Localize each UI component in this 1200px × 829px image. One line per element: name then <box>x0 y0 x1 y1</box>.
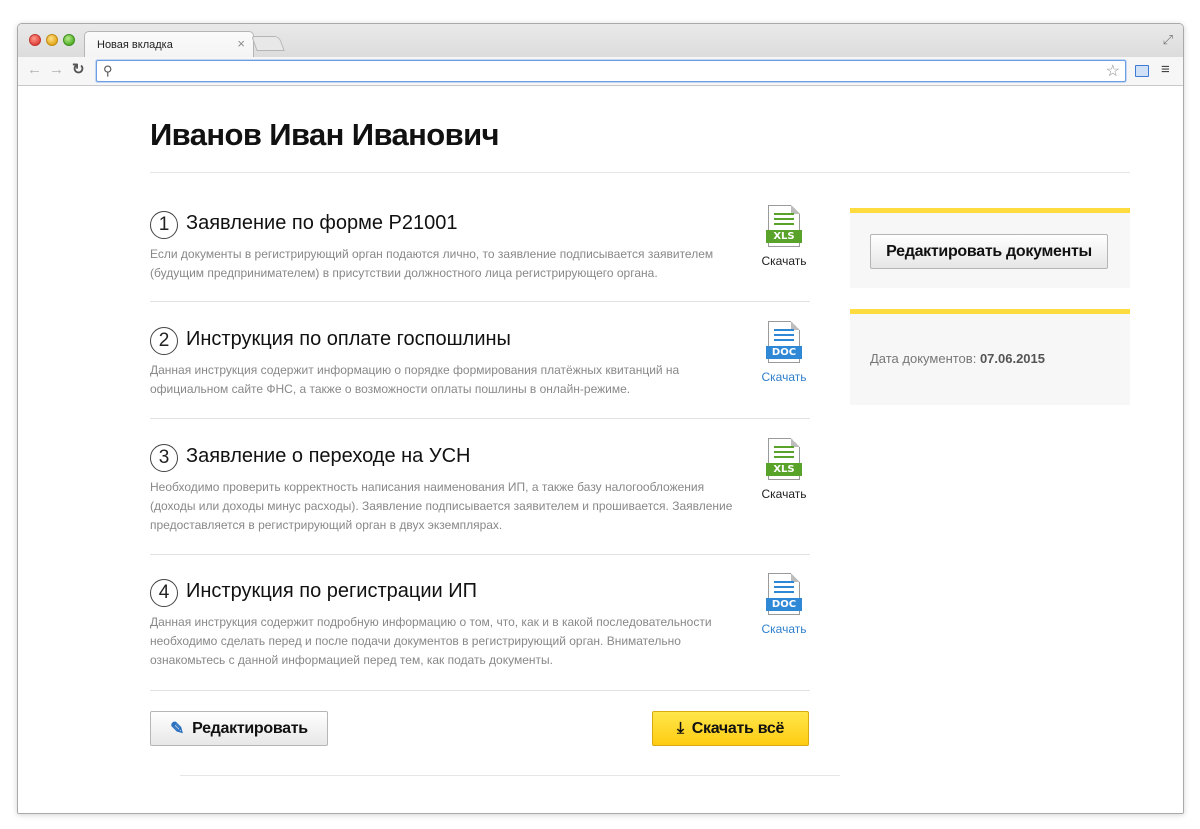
browser-toolbar: ← → ↻ ⚲ ☆ ≡ <box>18 57 1183 86</box>
item-divider <box>150 690 810 691</box>
zoom-window-button[interactable] <box>63 34 75 46</box>
minimize-window-button[interactable] <box>46 34 58 46</box>
address-bar[interactable]: ⚲ ☆ <box>96 60 1126 82</box>
tab-active[interactable]: Новая вкладка × <box>84 31 254 58</box>
page-content: Иванов Иван Иванович 1 Заявление по форм… <box>18 87 1183 813</box>
download-link[interactable]: Скачать <box>758 254 810 268</box>
arrow-left-icon[interactable]: ← <box>27 62 42 77</box>
xls-file-icon[interactable]: XLS <box>766 205 802 251</box>
reload-icon[interactable]: ↻ <box>72 62 85 77</box>
hamburger-menu-icon[interactable]: ≡ <box>1161 62 1170 77</box>
address-input[interactable] <box>123 63 1093 79</box>
document-title: Заявление по форме Р21001 <box>186 212 458 234</box>
edit-button-label: Редактировать <box>192 719 308 737</box>
document-description: Данная инструкция содержит подробную инф… <box>150 615 712 667</box>
date-label: Дата документов: <box>870 351 977 366</box>
tab-close-icon[interactable]: × <box>237 37 245 50</box>
download-link[interactable]: Скачать <box>758 487 810 501</box>
search-icon: ⚲ <box>103 63 113 78</box>
document-title: Инструкция по регистрации ИП <box>186 580 477 602</box>
item-divider <box>150 301 810 302</box>
item-divider <box>150 554 810 555</box>
page-title: Иванов Иван Иванович <box>150 117 500 152</box>
item-divider <box>150 418 810 419</box>
file-download[interactable]: XLS Скачать <box>758 438 810 501</box>
file-type-badge: DOC <box>766 598 802 611</box>
xls-file-icon[interactable]: XLS <box>766 438 802 484</box>
edit-documents-panel: Редактировать документы <box>850 208 1130 288</box>
extension-icon[interactable] <box>1135 65 1149 77</box>
step-number: 3 <box>150 444 178 472</box>
download-link[interactable]: Скачать <box>758 622 810 636</box>
tab-title: Новая вкладка <box>97 39 173 51</box>
file-type-badge: DOC <box>766 346 802 359</box>
arrow-right-icon[interactable]: → <box>49 62 64 77</box>
document-description: Необходимо проверить корректность написа… <box>150 480 733 532</box>
edit-documents-button[interactable]: Редактировать документы <box>870 234 1108 269</box>
doc-file-icon[interactable]: DOC <box>766 321 802 367</box>
doc-file-icon[interactable]: DOC <box>766 573 802 619</box>
step-number: 4 <box>150 579 178 607</box>
tab-strip: Новая вкладка × ⤢ <box>18 24 1183 58</box>
document-description: Если документы в регистрирующий орган по… <box>150 247 714 280</box>
document-title: Заявление о переходе на УСН <box>186 445 471 467</box>
star-icon[interactable]: ☆ <box>1106 61 1120 81</box>
step-number: 2 <box>150 327 178 355</box>
bottom-divider <box>180 775 840 776</box>
file-type-badge: XLS <box>766 463 802 476</box>
date-value: 07.06.2015 <box>979 351 1046 366</box>
document-description: Данная инструкция содержит информацию о … <box>150 363 680 396</box>
download-icon: ⤓ <box>676 719 684 737</box>
edit-button[interactable]: ✎ Редактировать <box>150 711 328 746</box>
download-link[interactable]: Скачать <box>758 370 810 384</box>
file-download[interactable]: DOC Скачать <box>758 321 810 384</box>
download-all-label: Скачать всё <box>691 719 785 737</box>
download-all-button[interactable]: ⤓ Скачать всё <box>652 711 809 746</box>
step-number: 1 <box>150 211 178 239</box>
new-tab-button[interactable] <box>251 36 285 51</box>
close-window-button[interactable] <box>29 34 41 46</box>
file-download[interactable]: DOC Скачать <box>758 573 810 636</box>
file-type-badge: XLS <box>766 230 802 243</box>
pencil-icon: ✎ <box>170 718 185 738</box>
title-divider <box>150 172 1130 173</box>
restore-icon[interactable]: ⤢ <box>1163 32 1173 48</box>
documents-date: Дата документов: 07.06.2015 <box>870 351 1045 366</box>
documents-date-panel: Дата документов: 07.06.2015 <box>850 309 1130 405</box>
file-download[interactable]: XLS Скачать <box>758 205 810 268</box>
document-title: Инструкция по оплате госпошлины <box>186 328 511 350</box>
browser-window: Новая вкладка × ⤢ ← → ↻ ⚲ ☆ ≡ Иванов Ива… <box>17 23 1184 814</box>
